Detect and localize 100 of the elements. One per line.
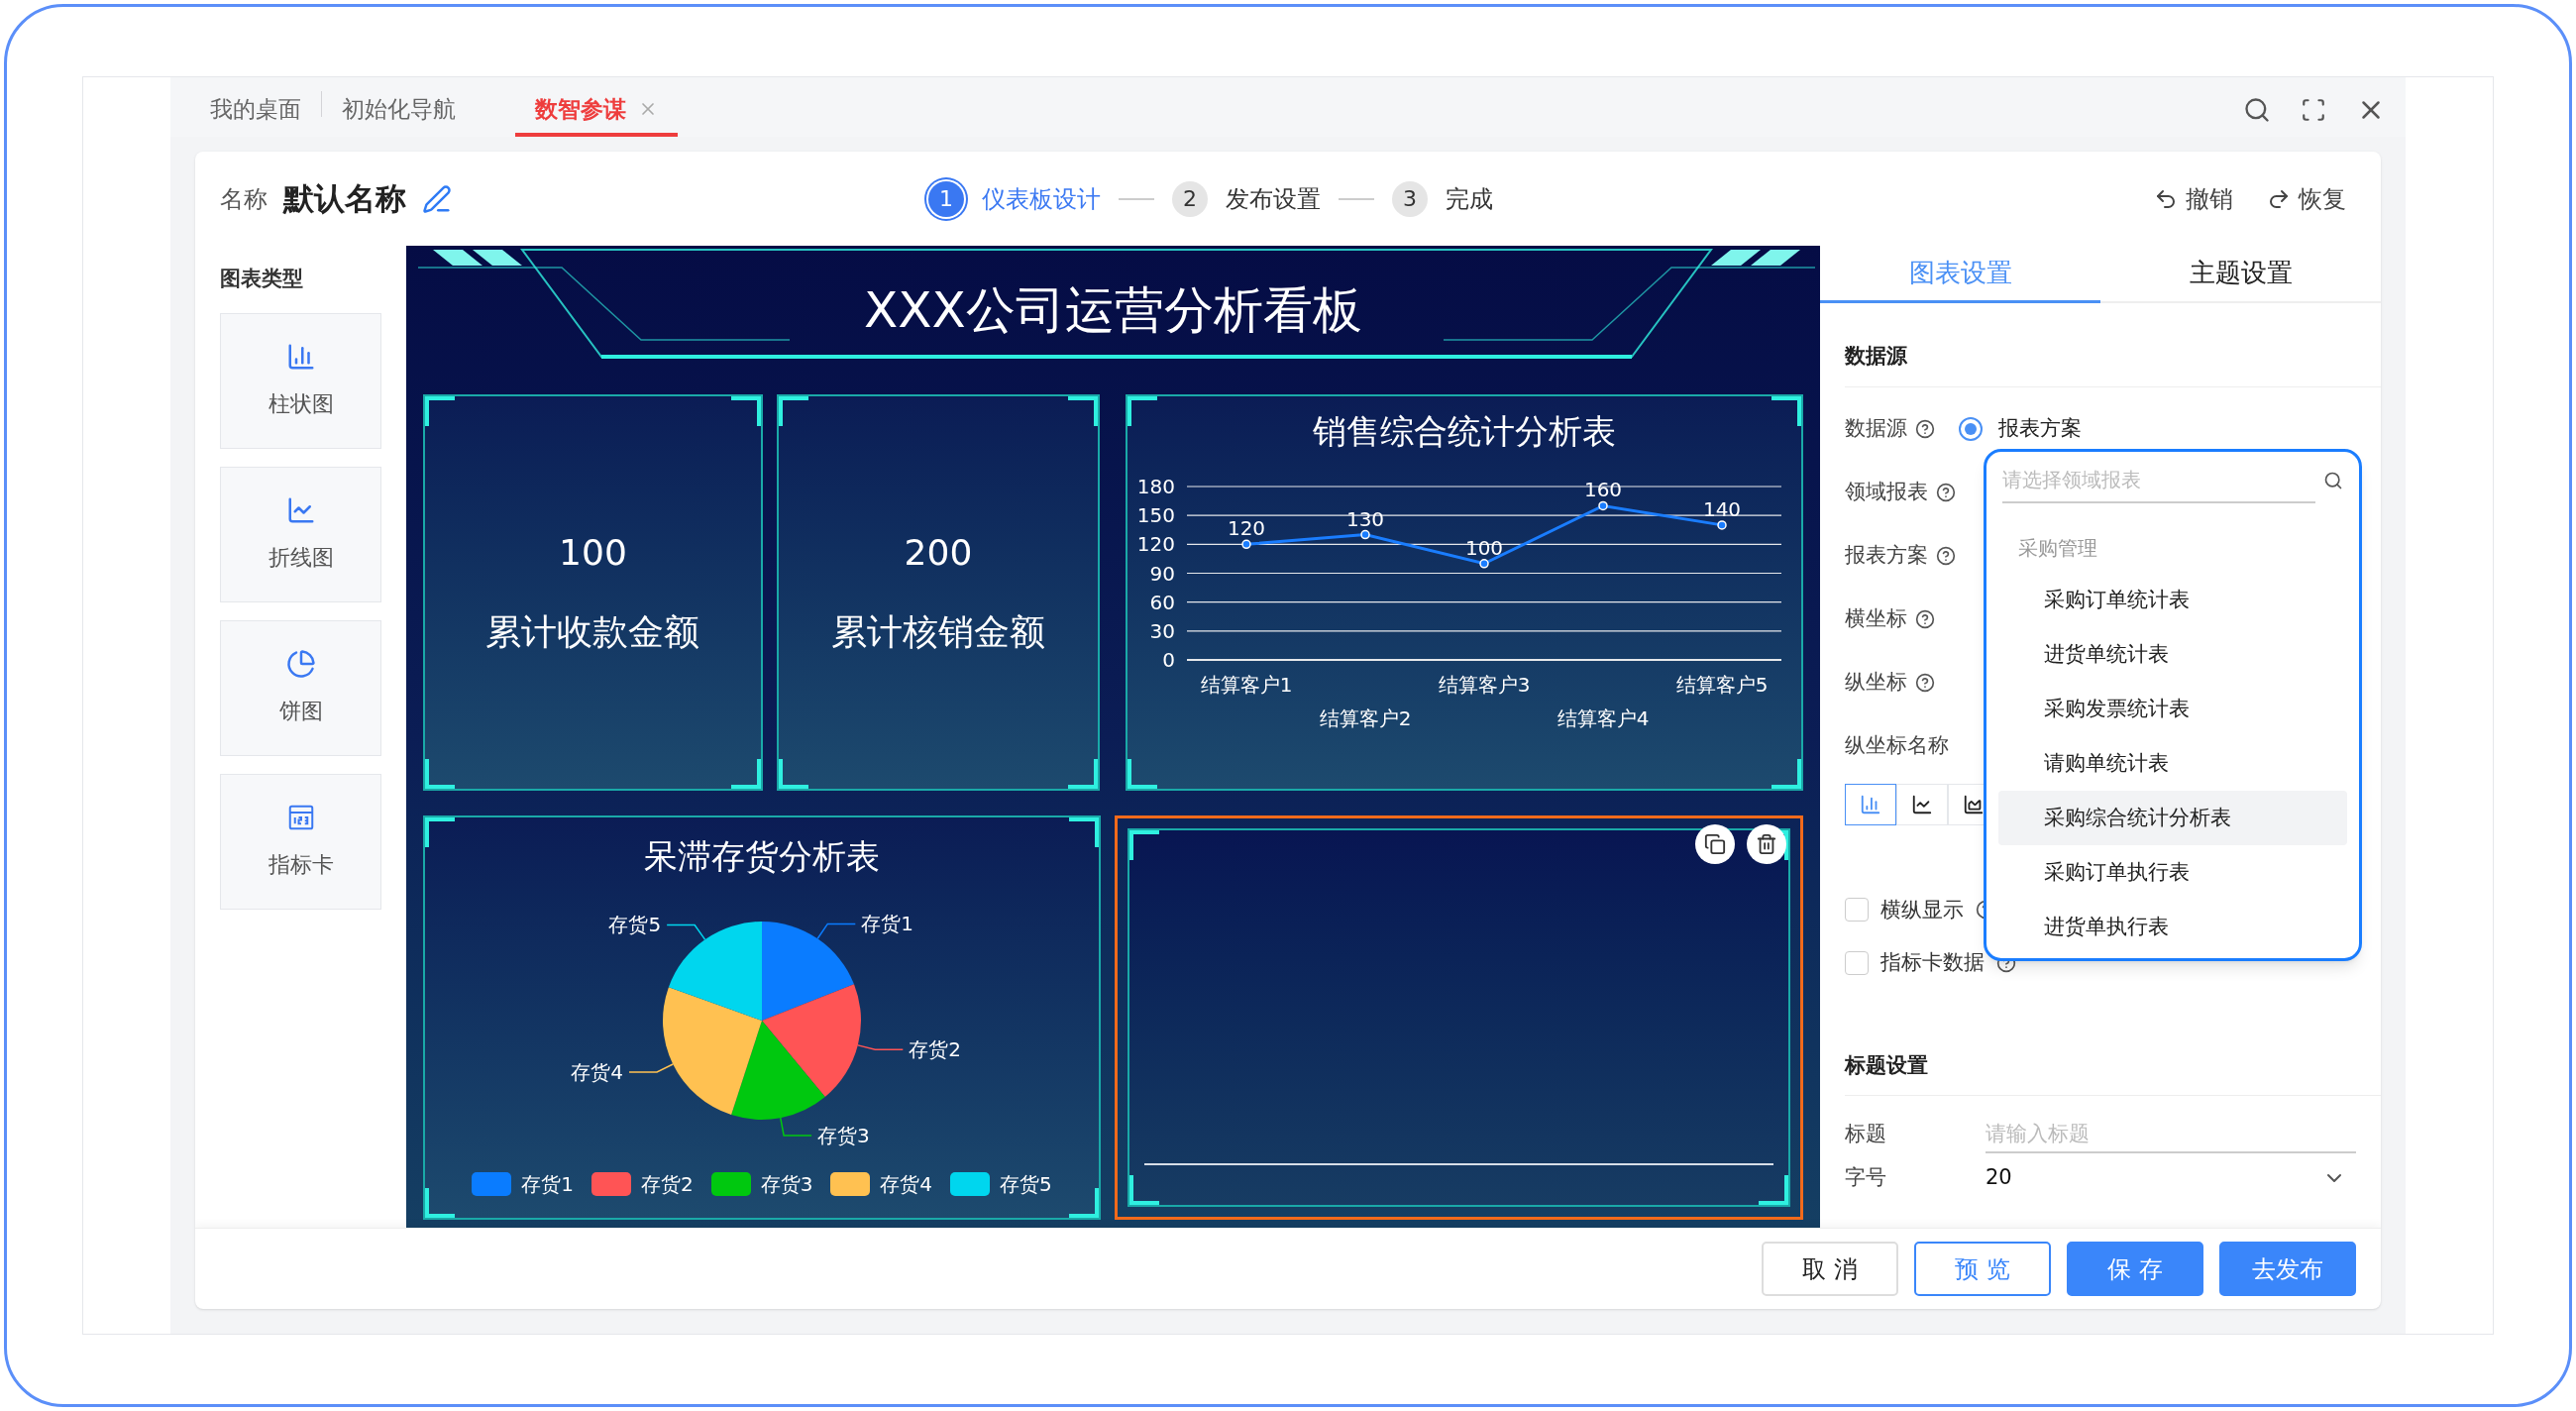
field-label: 领域报表 [1845, 478, 1928, 505]
sidebar-title: 图表类型 [220, 266, 304, 292]
data-point [1717, 520, 1727, 530]
data-point [1360, 529, 1370, 540]
fullscreen-icon[interactable] [2301, 97, 2326, 123]
chart-type-item[interactable]: 饼图 [220, 619, 381, 756]
step-number: 1 [928, 180, 964, 217]
axis-category-label: 结算客户2 [1319, 706, 1412, 730]
leader-line [816, 923, 857, 940]
redo-button[interactable]: 恢复 [2267, 180, 2346, 217]
footer-button[interactable]: 取 消 [1762, 1242, 1898, 1296]
leader-line [628, 1063, 674, 1073]
stat-label: 累计核销金额 [830, 610, 1045, 654]
step-label: 仪表板设计 [982, 183, 1101, 215]
field-label: 横坐标 [1845, 604, 1907, 632]
area-chart-icon [1963, 793, 1985, 815]
legend-label: 存货4 [880, 1171, 933, 1198]
field-label: 报表方案 [1845, 541, 1928, 569]
search-icon [2323, 471, 2343, 490]
frame-corner [1127, 759, 1157, 789]
data-label: 140 [1702, 496, 1742, 521]
chart-title: 销售综合统计分析表 [1313, 410, 1616, 453]
dropdown-option[interactable]: 进货单统计表 [1998, 627, 2347, 682]
dropdown-option[interactable]: 进货单执行表 [1998, 900, 2347, 954]
axis-tick-label: 60 [1149, 590, 1175, 614]
frame-corner [1771, 759, 1801, 789]
radio-button[interactable] [1959, 416, 1983, 441]
footer-button[interactable]: 去发布 [2219, 1242, 2356, 1296]
field-label: 纵坐标 [1845, 668, 1907, 696]
report-search-field[interactable]: 请选择领域报表 [2002, 458, 2315, 503]
footer-button[interactable]: 预 览 [1914, 1242, 2051, 1296]
dropdown-option[interactable]: 采购综合统计分析表 [1998, 791, 2347, 845]
field-label: 数据源 [1845, 414, 1907, 442]
bar-chart-icon [1860, 793, 1881, 815]
footer-button[interactable]: 保 存 [2067, 1242, 2203, 1296]
help-icon[interactable] [1915, 672, 1935, 693]
tab[interactable]: 初始化导航 [322, 85, 476, 137]
name-label: 名称 [220, 183, 268, 215]
edit-icon[interactable] [422, 183, 452, 214]
legend-label: 存货3 [760, 1171, 813, 1198]
frame-corner [1068, 759, 1098, 789]
chart-title: 呆滞存货分析表 [644, 835, 880, 878]
stat-value: 200 [904, 531, 973, 575]
title-input[interactable]: 请输入标题 [1986, 1116, 2356, 1153]
empty-chart-panel[interactable] [1115, 815, 1803, 1220]
checkbox[interactable] [1845, 950, 1869, 975]
font-size-select[interactable]: 20 [1986, 1161, 2356, 1195]
leader-line [857, 1044, 905, 1051]
dropdown-option[interactable]: 采购订单执行表 [1998, 845, 2347, 900]
chart-type-toggle[interactable] [1845, 783, 1896, 825]
axis-tick-label: 180 [1136, 475, 1175, 498]
step-label: 完成 [1446, 183, 1493, 215]
section-title: 数据源 [1845, 341, 2381, 387]
data-point [1598, 500, 1608, 511]
field-label: 字号 [1845, 1164, 1887, 1192]
help-icon[interactable] [1936, 482, 1956, 502]
step-number: 3 [1392, 180, 1428, 217]
data-label: 120 [1227, 516, 1266, 541]
pie-chart-icon [285, 648, 316, 679]
dashboard-title: XXX公司运营分析看板 [864, 280, 1362, 341]
frame-corner [1771, 396, 1801, 426]
settings-tab[interactable]: 主题设置 [2100, 246, 2381, 303]
slice-label: 存货1 [861, 912, 914, 936]
step-number: 2 [1172, 180, 1208, 217]
axis-tick-label: 0 [1162, 648, 1175, 672]
axis-tick-label: 150 [1136, 503, 1175, 528]
frame-corner [730, 759, 761, 789]
legend-label: 存货1 [521, 1171, 574, 1198]
frame-corner [778, 759, 808, 789]
checkbox-label: 横纵显示 [1880, 896, 1964, 923]
axis-category-label: 结算客户1 [1200, 673, 1293, 697]
chart-type-item[interactable]: 指标卡 [220, 773, 381, 910]
dropdown-option[interactable]: 请购单统计表 [1998, 736, 2347, 791]
line-chart-icon [1911, 793, 1933, 815]
axis-tick-label: 120 [1136, 532, 1175, 557]
checkbox[interactable] [1845, 898, 1869, 923]
search-icon[interactable] [2243, 96, 2271, 124]
slice-label: 存货2 [909, 1037, 962, 1062]
frame-corner [1068, 396, 1098, 426]
help-icon[interactable] [1915, 418, 1935, 439]
axis-tick-label: 30 [1149, 618, 1175, 643]
data-point [1479, 559, 1489, 569]
axis-category-label: 结算客户3 [1438, 673, 1531, 697]
legend-label: 存货2 [640, 1171, 694, 1198]
undo-button[interactable]: 撤销 [2154, 180, 2233, 217]
help-icon[interactable] [1915, 608, 1935, 629]
frame-corner [425, 396, 455, 426]
data-point [1241, 539, 1251, 550]
frame-corner [730, 396, 761, 426]
field-label: 纵坐标名称 [1845, 731, 1949, 759]
tab[interactable]: 我的桌面 [190, 85, 321, 137]
axis-category-label: 结算客户5 [1675, 673, 1769, 697]
dropdown-option[interactable]: 采购发票统计表 [1998, 682, 2347, 736]
stat-value: 100 [559, 531, 627, 575]
dropdown-option[interactable]: 采购订单统计表 [1998, 573, 2347, 627]
help-icon[interactable] [1936, 545, 1956, 566]
legend-label: 存货5 [1000, 1171, 1052, 1198]
chart-type-item[interactable]: 柱状图 [220, 312, 381, 449]
trash-icon [1756, 833, 1777, 855]
chart-type-item[interactable]: 折线图 [220, 466, 381, 602]
